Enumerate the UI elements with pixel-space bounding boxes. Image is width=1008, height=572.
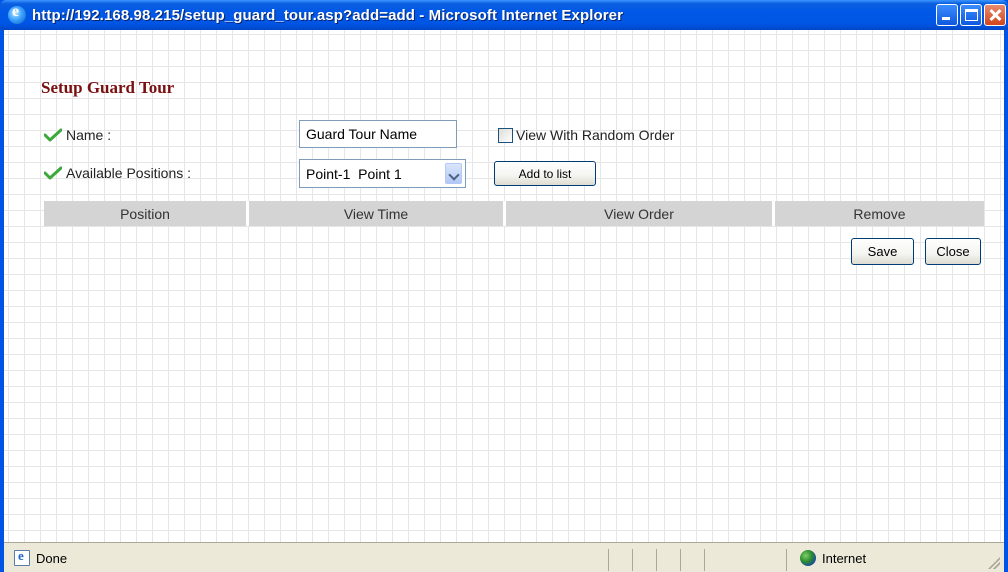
window-title: http://192.168.98.215/setup_guard_tour.a… [32, 6, 624, 24]
random-order-option[interactable]: View With Random Order [498, 127, 674, 143]
random-order-checkbox[interactable] [498, 127, 513, 143]
page-content: Setup Guard Tour Name : View With Random… [4, 30, 1004, 542]
security-zone[interactable]: Internet [794, 543, 866, 572]
status-section: Done [8, 543, 67, 572]
close-button[interactable]: Close [925, 238, 981, 265]
name-input[interactable] [299, 120, 457, 148]
maximize-button[interactable] [960, 4, 982, 26]
status-text: Done [36, 550, 68, 566]
status-divider [632, 549, 633, 571]
add-to-list-button[interactable]: Add to list [494, 161, 596, 186]
page-title: Setup Guard Tour [41, 78, 175, 97]
column-position: Position [44, 201, 249, 226]
window-controls [936, 4, 1006, 26]
random-order-label[interactable]: View With Random Order [516, 127, 674, 143]
page-icon [14, 548, 30, 566]
minimize-icon [942, 17, 950, 20]
chevron-down-icon[interactable] [445, 163, 462, 184]
column-view-time: View Time [249, 201, 506, 226]
minimize-button[interactable] [936, 4, 958, 26]
title-bar[interactable]: http://192.168.98.215/setup_guard_tour.a… [0, 0, 1008, 30]
globe-icon [800, 550, 816, 566]
status-bar: Done Internet [4, 542, 1004, 572]
name-label-row: Name : [44, 127, 111, 143]
save-button[interactable]: Save [851, 238, 914, 265]
positions-select-value: Point-1 Point 1 [306, 165, 402, 182]
positions-label-row: Available Positions : [44, 165, 191, 181]
maximize-icon [965, 9, 978, 21]
status-divider [608, 549, 609, 571]
column-view-order: View Order [506, 201, 775, 226]
positions-label: Available Positions : [66, 165, 192, 181]
positions-table-header: Position View Time View Order Remove [44, 201, 984, 226]
check-icon [44, 166, 62, 180]
check-icon [44, 128, 62, 142]
status-divider [656, 549, 657, 571]
status-divider [704, 549, 705, 571]
status-divider [680, 549, 681, 571]
column-remove: Remove [775, 201, 984, 226]
resize-grip-icon[interactable] [988, 557, 1000, 569]
status-divider [786, 549, 787, 571]
close-window-button[interactable] [984, 4, 1006, 26]
name-label: Name : [66, 127, 112, 143]
positions-select[interactable]: Point-1 Point 1 [299, 159, 466, 188]
close-icon [985, 5, 1005, 25]
ie-icon [8, 3, 26, 24]
zone-text: Internet [822, 550, 867, 566]
